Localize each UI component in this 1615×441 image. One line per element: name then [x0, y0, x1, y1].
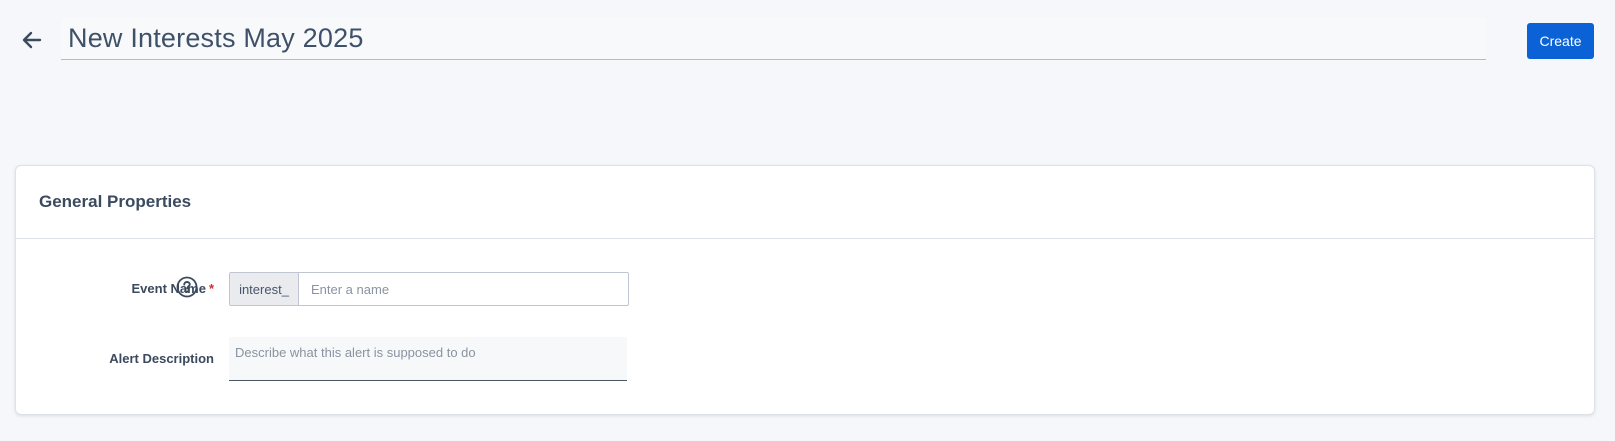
- alert-description-input[interactable]: [229, 337, 627, 381]
- page-header: New Interests May 2025 Create: [0, 0, 1615, 80]
- title-input[interactable]: New Interests May 2025: [61, 18, 1486, 60]
- card-header: General Properties: [16, 166, 1594, 239]
- general-properties-card: General Properties Event Name * interest_…: [15, 165, 1595, 415]
- arrow-left-icon: [22, 31, 42, 49]
- back-button[interactable]: [18, 26, 46, 54]
- create-button[interactable]: Create: [1527, 23, 1594, 59]
- event-name-prefix: interest_: [230, 273, 299, 305]
- card-title: General Properties: [39, 192, 192, 211]
- question-circle-icon[interactable]: [176, 276, 198, 298]
- event-name-label: Event Name *: [132, 281, 214, 296]
- event-name-field: interest_: [229, 272, 629, 306]
- required-indicator: *: [208, 281, 214, 296]
- event-name-input[interactable]: [299, 273, 628, 305]
- alert-description-label: Alert Description: [109, 351, 214, 366]
- page-title: New Interests May 2025: [68, 23, 364, 53]
